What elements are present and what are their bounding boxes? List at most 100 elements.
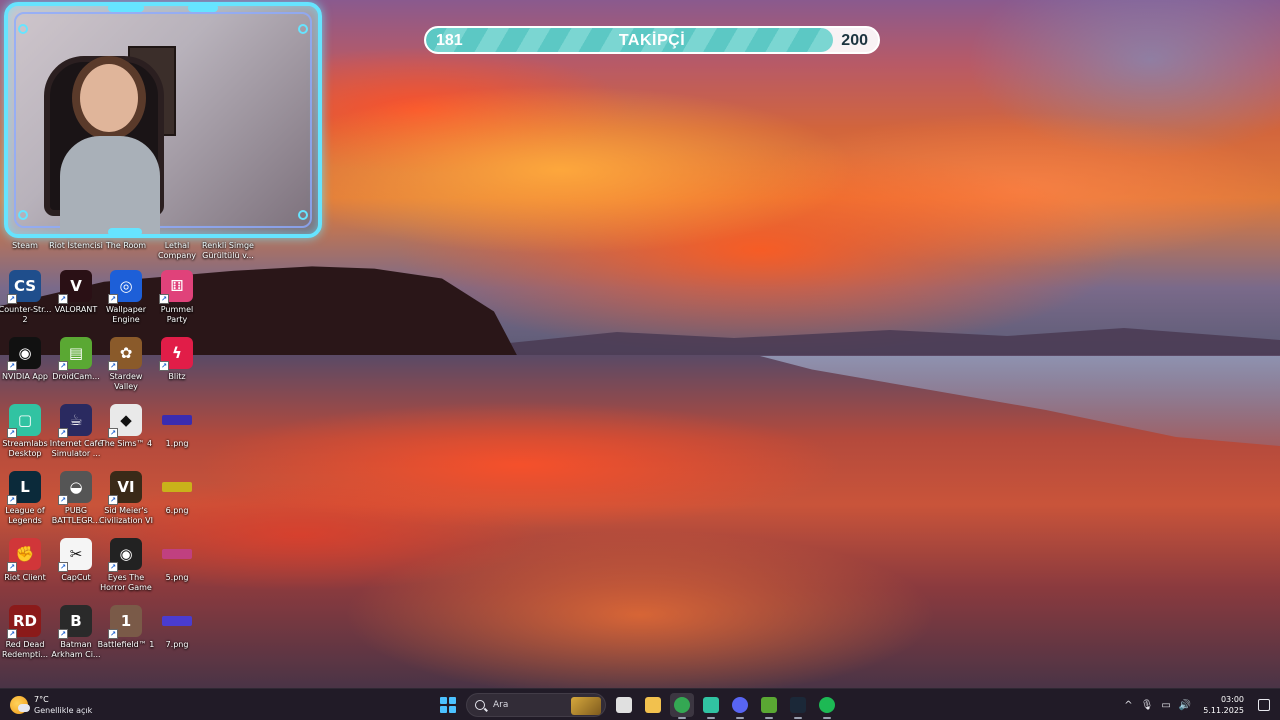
weather-widget[interactable]: 7°C Genellikle açık [10,693,92,717]
shortcut-arrow-icon: ↗ [108,562,118,572]
desktop-icon-the-sims-4[interactable]: ◆ ↗ The Sims™ 4 [100,404,152,449]
shortcut-arrow-icon: ↗ [7,361,17,371]
shortcut-arrow-icon: ↗ [159,294,169,304]
counter-strike-icon: CS ↗ [7,270,41,304]
desktop-icon-droidcam[interactable]: ▤ ↗ DroidCam... [51,337,101,382]
shortcut-arrow-icon: ↗ [108,361,118,371]
webcam-streamer-body [60,136,160,234]
droidcam-icon: ▤ ↗ [58,337,92,371]
pubg-icon: ◒ ↗ [58,471,92,505]
desktop-icon-pummel-party[interactable]: ⚅ ↗ Pummel Party [152,270,202,325]
desktop-icon-5-png[interactable]: 5.png [152,538,202,583]
shortcut-arrow-icon: ↗ [108,629,118,639]
desktop-icon-label: Renkli Simge Gürültülü v... [202,241,254,260]
shortcut-arrow-icon: ↗ [58,495,68,505]
frame-tab [108,228,142,234]
desktop-icon-pubg[interactable]: ◒ ↗ PUBG BATTLEGR... [51,471,101,526]
frame-tab [108,6,144,12]
discord-icon [732,697,748,713]
desktop-icon-valorant[interactable]: V ↗ VALORANT [51,270,101,315]
taskbar-search[interactable]: Ara [466,693,606,717]
desktop-icon-civilization-vi[interactable]: VI ↗ Sid Meier's Civilization VI [99,471,153,526]
windows-logo-icon [440,697,456,713]
taskbar-app-button[interactable] [670,693,694,719]
weather-temperature: 7°C [34,694,49,704]
desktop-icon-eyes-the-horror-game[interactable]: ◉ ↗ Eyes The Horror Game [100,538,152,593]
streamlabs-icon: ▢ ↗ [7,404,41,438]
shortcut-arrow-icon: ↗ [108,428,118,438]
shortcut-arrow-icon: ↗ [7,495,17,505]
shortcut-arrow-icon: ↗ [7,294,17,304]
search-highlight-image [571,697,601,715]
desktop-icon-stardew-valley[interactable]: ✿ ↗ Stardew Valley [101,337,151,392]
weather-description: Genellikle açık [34,705,93,715]
desktop-icon-internet-cafe[interactable]: ☕ ↗ Internet Cafe Simulator ... [50,404,102,459]
frame-corner-dot [298,24,308,34]
desktop-icon-counter-strike-2[interactable]: CS ↗ Counter-Str... 2 [0,270,51,325]
desktop-icon-wallpaper-engine[interactable]: ◎ ↗ Wallpaper Engine [101,270,151,325]
capcut-icon: ✂ ↗ [58,538,92,572]
desktop-icon-label: 7.png [165,640,189,649]
desktop-icon-label: 5.png [165,573,189,582]
blitz-icon: ϟ ↗ [159,337,193,371]
desktop-icon-batman-arkham[interactable]: B ↗ Batman Arkham Ci... [51,605,101,660]
search-icon [475,700,485,710]
the-sims-icon: ◆ ↗ [108,404,142,438]
spotify-icon [819,697,835,713]
clock-date: 5.11.2025 [1203,706,1244,715]
taskbar-apps: Ara [436,692,839,719]
taskbar-app-button[interactable] [699,693,723,719]
frame-corner-dot [298,210,308,220]
start-button[interactable] [436,693,460,717]
pummel-party-icon: ⚅ ↗ [159,270,193,304]
desktop-icon-blitz[interactable]: ϟ ↗ Blitz [152,337,202,382]
notification-icon[interactable] [1258,699,1270,711]
desktop-icon-streamlabs[interactable]: ▢ ↗ Streamlabs Desktop [0,404,50,459]
droidcam-taskbar-icon [761,697,777,713]
volume-icon[interactable]: 🔊 [1179,700,1191,711]
network-icon[interactable]: ▭ [1161,700,1170,711]
desktop-icon-nvidia-app[interactable]: ◉ ↗ NVIDIA App [0,337,50,382]
shortcut-arrow-icon: ↗ [159,361,169,371]
batman-icon: B ↗ [58,605,92,639]
shortcut-arrow-icon: ↗ [7,562,17,572]
desktop-icon-riot-client[interactable]: ✊ ↗ Riot Client [0,538,50,583]
taskbar-clock[interactable]: 03:00 5.11.2025 [1203,694,1244,716]
desktop-icon-label: Pummel Party [160,305,194,324]
steam-taskbar-icon [790,697,806,713]
chevron-up-icon[interactable]: ^ [1124,700,1132,711]
taskbar-app-button[interactable] [641,693,665,717]
desktop-icon-6-png[interactable]: 6.png [152,471,202,516]
follower-goal-bar: 181 TAKİPÇİ 200 [424,26,880,54]
image-file-icon [162,549,192,559]
image-file-icon [162,415,192,425]
taskbar-app-button[interactable] [728,693,752,719]
search-placeholder: Ara [493,700,509,710]
taskbar-app-button[interactable] [786,693,810,719]
desktop-icon-label: 6.png [165,506,189,515]
shortcut-arrow-icon: ↗ [58,361,68,371]
red-dead-icon: RD ↗ [7,605,41,639]
desktop-icon-capcut[interactable]: ✂ ↗ CapCut [51,538,101,583]
system-tray: ^ 🎙 ▭ 🔊 03:00 5.11.2025 [1124,692,1270,718]
valorant-icon: V ↗ [58,270,92,304]
partly-sunny-icon [10,696,30,714]
shortcut-arrow-icon: ↗ [58,562,68,572]
shortcut-arrow-icon: ↗ [7,629,17,639]
shortcut-arrow-icon: ↗ [7,428,17,438]
taskbar-app-button[interactable] [815,693,839,719]
desktop-icon-red-dead-redemption[interactable]: RD ↗ Red Dead Redempti... [0,605,50,660]
desktop-icon-league-of-legends[interactable]: L ↗ League of Legends [0,471,50,526]
microphone-icon[interactable]: 🎙 [1141,700,1154,711]
riot-client-icon: ✊ ↗ [7,538,41,572]
file-explorer-glyph [616,697,632,713]
desktop-icon-battlefield-1[interactable]: 1 ↗ Battlefield™ 1 [98,605,154,650]
taskbar-app-button[interactable] [757,693,781,719]
webcam-streamer-head [80,64,138,132]
shortcut-arrow-icon: ↗ [58,428,68,438]
desktop-icon-7-png[interactable]: 7.png [152,605,202,650]
clock-time: 03:00 [1220,695,1244,704]
taskbar-app-button[interactable] [612,693,636,717]
desktop-icon-1-png[interactable]: 1.png [152,404,202,449]
internet-cafe-icon: ☕ ↗ [58,404,92,438]
